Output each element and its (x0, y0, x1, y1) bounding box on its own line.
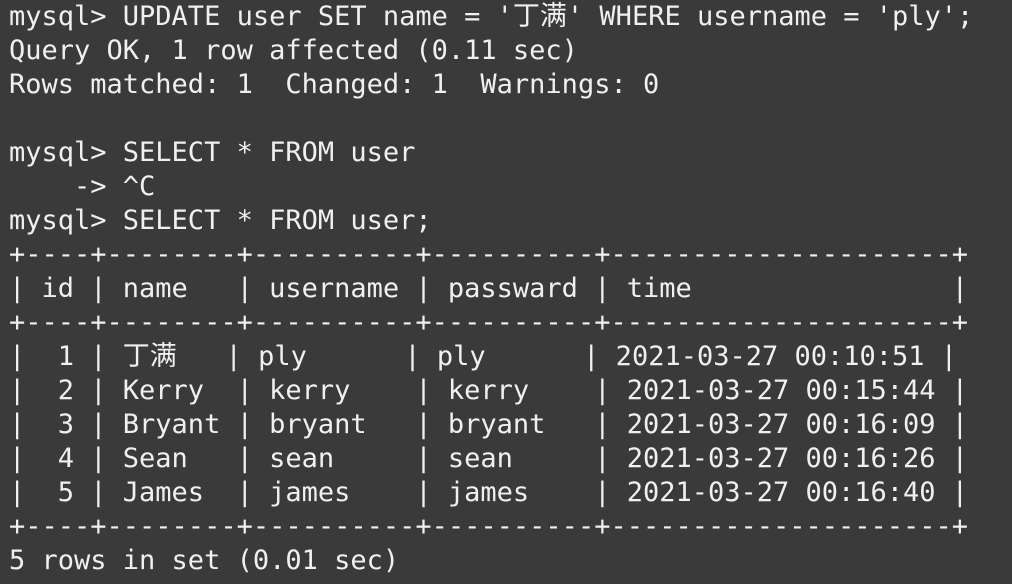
output-rows-matched: Rows matched: 1 Changed: 1 Warnings: 0 (9, 69, 660, 100)
table-header-row: | id | name | username | passward | time… (9, 273, 969, 304)
terminal-window[interactable]: mysql> UPDATE user SET name = '丁满' WHERE… (0, 0, 1012, 584)
table-border-top: +----+--------+----------+----------+---… (9, 239, 969, 270)
continuation-line-cancel: -> ^C (9, 171, 156, 202)
command-line-update: mysql> UPDATE user SET name = '丁满' WHERE… (9, 1, 974, 32)
table-row: | 5 | James | james | james | 2021-03-27… (9, 477, 969, 508)
table-border-bottom: +----+--------+----------+----------+---… (9, 511, 969, 542)
table-row: | 1 | 丁满 | ply | ply | 2021-03-27 00:10:… (9, 341, 958, 372)
output-query-ok: Query OK, 1 row affected (0.11 sec) (9, 35, 578, 66)
output-rows-in-set: 5 rows in set (0.01 sec) (9, 545, 400, 576)
table-row: | 3 | Bryant | bryant | bryant | 2021-03… (9, 409, 969, 440)
command-line-select: mysql> SELECT * FROM user; (9, 205, 432, 236)
command-line-select-incomplete: mysql> SELECT * FROM user (9, 137, 416, 168)
table-row: | 4 | Sean | sean | sean | 2021-03-27 00… (9, 443, 969, 474)
table-row: | 2 | Kerry | kerry | kerry | 2021-03-27… (9, 375, 969, 406)
table-border-header: +----+--------+----------+----------+---… (9, 307, 969, 338)
